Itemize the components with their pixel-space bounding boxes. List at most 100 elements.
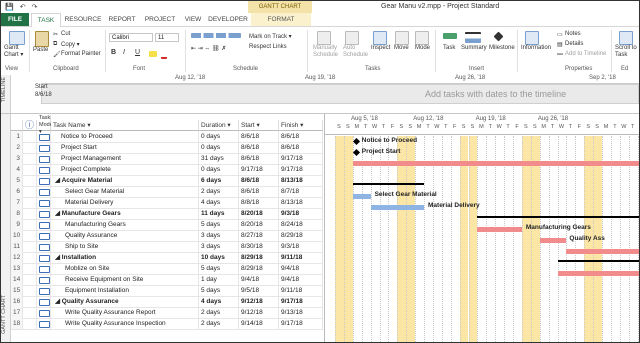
- row-id[interactable]: 2: [11, 142, 23, 153]
- task-duration[interactable]: 5 days: [199, 285, 239, 296]
- task-finish[interactable]: 8/13/18: [279, 175, 323, 186]
- task-duration[interactable]: 0 days: [199, 131, 239, 142]
- task-finish[interactable]: 9/3/18: [279, 208, 323, 219]
- task-name[interactable]: Ship to Site: [51, 241, 199, 252]
- task-finish[interactable]: 9/3/18: [279, 241, 323, 252]
- gantt-chart-button[interactable]: Gantt Chart ▾: [4, 45, 30, 59]
- information-button[interactable]: Information: [521, 45, 551, 51]
- row-id[interactable]: 14: [11, 274, 23, 285]
- task-finish[interactable]: 9/17/18: [279, 318, 323, 329]
- task-start[interactable]: 8/8/18: [239, 197, 279, 208]
- font-size-select[interactable]: 11: [155, 33, 179, 42]
- row-id[interactable]: 18: [11, 318, 23, 329]
- task-bar[interactable]: [557, 271, 639, 276]
- task-name[interactable]: Notice to Proceed: [51, 131, 199, 142]
- task-finish[interactable]: 8/7/18: [279, 186, 323, 197]
- font-color-icon[interactable]: [161, 50, 167, 59]
- highlight-color-icon[interactable]: [149, 51, 157, 57]
- task-start[interactable]: 9/17/18: [239, 164, 279, 175]
- auto-schedule-button[interactable]: Auto Schedule: [343, 45, 368, 59]
- task-duration[interactable]: 6 days: [199, 175, 239, 186]
- gantt-chart-area[interactable]: SSMTWTFSSMTWTFSSMTWTFSSMTWTFSSMTWTFAug 5…: [324, 114, 639, 342]
- summary-bar[interactable]: [557, 260, 639, 262]
- task-duration[interactable]: 2 days: [199, 318, 239, 329]
- row-id[interactable]: 9: [11, 219, 23, 230]
- task-name[interactable]: ◢ Quality Assurance: [51, 296, 199, 307]
- task-finish[interactable]: 9/17/18: [279, 164, 323, 175]
- move-button[interactable]: Move: [394, 45, 409, 51]
- tab-report[interactable]: REPORT: [105, 13, 139, 26]
- task-bar[interactable]: [539, 238, 567, 243]
- row-id[interactable]: 8: [11, 208, 23, 219]
- task-duration[interactable]: 4 days: [199, 197, 239, 208]
- task-mode-header[interactable]: Task Mode ▾: [37, 115, 53, 135]
- task-start[interactable]: 8/27/18: [239, 230, 279, 241]
- task-bar[interactable]: [352, 194, 371, 199]
- task-start[interactable]: 8/29/18: [239, 263, 279, 274]
- respect-links-button[interactable]: Respect Links: [249, 44, 287, 50]
- row-id[interactable]: 10: [11, 230, 23, 241]
- task-start[interactable]: 9/5/18: [239, 285, 279, 296]
- task-start[interactable]: 9/12/18: [239, 307, 279, 318]
- row-id[interactable]: 6: [11, 186, 23, 197]
- task-name[interactable]: Manufacturing Gears: [51, 219, 199, 230]
- start-header[interactable]: Start ▾: [239, 120, 279, 131]
- task-name[interactable]: Project Management: [51, 153, 199, 164]
- format-painter-button[interactable]: Format Painter: [61, 51, 101, 57]
- task-name[interactable]: Receive Equipment on Site: [51, 274, 199, 285]
- add-to-timeline-button[interactable]: Add to Timeline: [565, 51, 606, 57]
- task-duration[interactable]: 3 days: [199, 241, 239, 252]
- milestone-button[interactable]: Milestone: [489, 45, 515, 51]
- task-duration[interactable]: 4 days: [199, 296, 239, 307]
- task-duration[interactable]: 0 days: [199, 142, 239, 153]
- copy-button[interactable]: Copy ▾: [61, 41, 80, 48]
- task-start[interactable]: 8/6/18: [239, 153, 279, 164]
- row-id[interactable]: 15: [11, 285, 23, 296]
- details-button[interactable]: Details: [565, 41, 583, 47]
- task-name[interactable]: Moblize on Site: [51, 263, 199, 274]
- row-id[interactable]: 4: [11, 164, 23, 175]
- select-all-header[interactable]: [11, 120, 23, 131]
- task-name[interactable]: Write Quality Assurance Report: [51, 307, 199, 318]
- inspect-button[interactable]: Inspect: [371, 45, 390, 51]
- underline-button[interactable]: U: [135, 49, 140, 56]
- task-duration[interactable]: 31 days: [199, 153, 239, 164]
- task-name[interactable]: Select Gear Material: [51, 186, 199, 197]
- notes-button[interactable]: Notes: [565, 31, 581, 37]
- task-bar[interactable]: [566, 249, 639, 254]
- task-duration[interactable]: 2 days: [199, 307, 239, 318]
- font-name-select[interactable]: Calibri: [109, 33, 153, 42]
- finish-header[interactable]: Finish ▾: [279, 120, 323, 131]
- task-finish[interactable]: 9/17/18: [279, 296, 323, 307]
- task-start[interactable]: 8/6/18: [239, 186, 279, 197]
- task-name[interactable]: ◢ Acquire Material: [51, 175, 199, 186]
- task-bar[interactable]: [352, 161, 639, 166]
- task-finish[interactable]: 8/6/18: [279, 131, 323, 142]
- tab-view[interactable]: VIEW: [181, 13, 205, 26]
- task-duration[interactable]: 0 days: [199, 164, 239, 175]
- scroll-to-task-button[interactable]: Scroll to Task: [615, 45, 637, 59]
- task-name[interactable]: Write Quality Assurance Inspection: [51, 318, 199, 329]
- task-start[interactable]: 8/6/18: [239, 131, 279, 142]
- task-duration[interactable]: 2 days: [199, 186, 239, 197]
- info-header-icon[interactable]: ⓘ: [23, 120, 37, 131]
- paste-button[interactable]: Paste: [33, 47, 48, 53]
- summary-button[interactable]: Summary: [461, 45, 487, 51]
- row-id[interactable]: 16: [11, 296, 23, 307]
- task-start[interactable]: 9/14/18: [239, 318, 279, 329]
- task-start[interactable]: 8/29/18: [239, 252, 279, 263]
- task-name[interactable]: Project Start: [51, 142, 199, 153]
- tab-file[interactable]: FILE: [1, 13, 29, 26]
- task-start[interactable]: 8/6/18: [239, 142, 279, 153]
- task-finish[interactable]: 9/13/18: [279, 307, 323, 318]
- task-name[interactable]: Equipment Installation: [51, 285, 199, 296]
- row-id[interactable]: 17: [11, 307, 23, 318]
- row-id[interactable]: 3: [11, 153, 23, 164]
- save-icon[interactable]: 💾: [5, 3, 14, 11]
- row-id[interactable]: 12: [11, 252, 23, 263]
- tab-resource[interactable]: RESOURCE: [63, 13, 103, 26]
- task-start[interactable]: 8/6/18: [239, 175, 279, 186]
- row-id[interactable]: 7: [11, 197, 23, 208]
- task-finish[interactable]: 9/11/18: [279, 285, 323, 296]
- indent-icons[interactable]: ⇤ ⇥ ⇔ ⛓ ✗: [191, 45, 226, 52]
